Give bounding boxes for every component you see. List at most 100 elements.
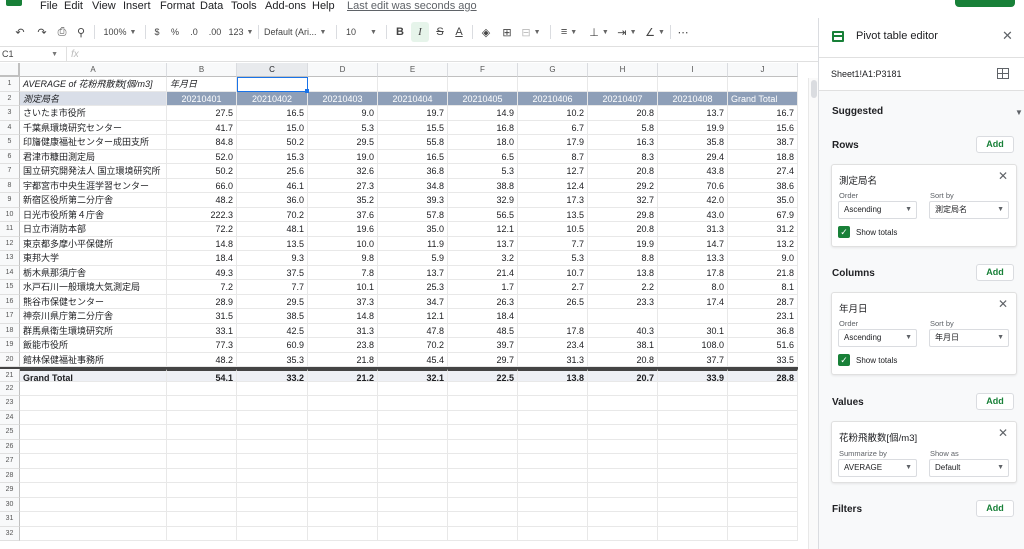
row-header[interactable]: 23 <box>0 396 20 411</box>
cell[interactable]: 28.9 <box>167 294 237 309</box>
cell[interactable]: 12.1 <box>448 222 518 237</box>
cell[interactable]: 31.3 <box>658 222 728 237</box>
cell[interactable]: 49.3 <box>167 265 237 280</box>
increase-decimal-button[interactable]: .00 <box>206 22 224 42</box>
cell[interactable]: 10.0 <box>308 236 378 251</box>
cell[interactable]: 16.3 <box>588 135 658 150</box>
column-header[interactable]: A <box>20 63 167 77</box>
cell[interactable]: 37.5 <box>237 265 308 280</box>
cell[interactable]: 日光市役所第４庁舎 <box>20 207 167 222</box>
cell[interactable] <box>448 381 518 396</box>
summarize-by-select[interactable]: AVERAGE ▼ <box>838 459 917 477</box>
cell[interactable] <box>588 425 658 440</box>
cell[interactable]: 33.5 <box>728 352 798 367</box>
cell[interactable] <box>728 483 798 498</box>
cell[interactable] <box>448 512 518 527</box>
cell[interactable]: 77.3 <box>167 338 237 353</box>
cell[interactable]: AVERAGE of 花粉飛散数[個/m3] <box>20 77 167 92</box>
last-edit-link[interactable]: Last edit was seconds ago <box>347 0 477 13</box>
cell[interactable]: 5.9 <box>378 251 448 266</box>
cell[interactable]: 5.3 <box>448 164 518 179</box>
cell[interactable] <box>237 468 308 483</box>
cell[interactable]: 12.1 <box>378 309 448 324</box>
cell[interactable] <box>518 512 588 527</box>
cell[interactable]: 16.7 <box>728 106 798 121</box>
cell[interactable]: 32.9 <box>448 193 518 208</box>
show-as-select[interactable]: Default ▼ <box>929 459 1009 477</box>
cell[interactable] <box>237 526 308 541</box>
cell[interactable]: 8.3 <box>588 149 658 164</box>
cell[interactable] <box>167 483 237 498</box>
cell[interactable]: 27.3 <box>308 178 378 193</box>
cell[interactable]: 9.0 <box>728 251 798 266</box>
cell[interactable]: 36.0 <box>237 193 308 208</box>
cell[interactable]: 48.2 <box>167 352 237 367</box>
cell[interactable]: 66.0 <box>167 178 237 193</box>
cell[interactable]: 38.5 <box>237 309 308 324</box>
cell[interactable]: 33.9 <box>658 369 728 382</box>
cell[interactable] <box>308 497 378 512</box>
cell[interactable] <box>167 381 237 396</box>
cell[interactable]: 60.9 <box>237 338 308 353</box>
cell[interactable]: 19.7 <box>378 106 448 121</box>
cell[interactable] <box>658 77 728 92</box>
text-color-button[interactable]: A <box>451 22 467 42</box>
cell[interactable]: 30.1 <box>658 323 728 338</box>
cell[interactable] <box>378 77 448 92</box>
cell[interactable] <box>167 468 237 483</box>
cell[interactable] <box>658 439 728 454</box>
cell[interactable] <box>658 396 728 411</box>
cell[interactable]: 水戸石川一般環境大気測定局 <box>20 280 167 295</box>
cell[interactable] <box>20 497 167 512</box>
row-header[interactable]: 12 <box>0 236 20 251</box>
cell[interactable] <box>20 468 167 483</box>
row-header[interactable]: 11 <box>0 222 20 237</box>
currency-format-button[interactable]: $ <box>150 22 164 42</box>
cell[interactable]: 35.8 <box>658 135 728 150</box>
cell[interactable]: 56.5 <box>448 207 518 222</box>
cell[interactable]: 18.0 <box>448 135 518 150</box>
cell[interactable]: 222.3 <box>167 207 237 222</box>
menu-addons[interactable]: Add-ons <box>265 0 306 13</box>
row-header[interactable]: 30 <box>0 497 20 512</box>
cell[interactable] <box>378 425 448 440</box>
cell[interactable] <box>588 526 658 541</box>
cell[interactable] <box>167 396 237 411</box>
cell[interactable]: 70.2 <box>378 338 448 353</box>
fill-color-icon[interactable]: ◈ <box>478 22 494 42</box>
menu-tools[interactable]: Tools <box>231 0 257 13</box>
row-header[interactable]: 15 <box>0 280 20 295</box>
cell[interactable] <box>588 454 658 469</box>
cell[interactable]: 10.7 <box>518 265 588 280</box>
cell[interactable]: 20.8 <box>588 106 658 121</box>
row-header[interactable]: 14 <box>0 265 20 280</box>
cell[interactable]: 51.6 <box>728 338 798 353</box>
cell[interactable]: 栃木県那須庁舎 <box>20 265 167 280</box>
redo-icon[interactable]: ↷ <box>34 22 50 42</box>
cell[interactable] <box>728 497 798 512</box>
cell[interactable] <box>588 396 658 411</box>
cell[interactable]: 印旛健康福祉センター成田支所 <box>20 135 167 150</box>
cell[interactable]: 70.2 <box>237 207 308 222</box>
horizontal-align-icon[interactable]: ≡ ▼ <box>556 22 582 42</box>
cell[interactable] <box>728 439 798 454</box>
bold-button[interactable]: B <box>392 22 408 42</box>
cell[interactable] <box>518 526 588 541</box>
merge-cells-icon[interactable]: ⊟ ▼ <box>518 22 544 42</box>
cell[interactable] <box>378 396 448 411</box>
cell[interactable]: 36.8 <box>378 164 448 179</box>
more-toolbar-button[interactable]: ⋯ <box>675 22 691 42</box>
vertical-scrollbar[interactable] <box>808 78 818 549</box>
cell[interactable]: 31.3 <box>518 352 588 367</box>
cell[interactable] <box>658 483 728 498</box>
cell[interactable] <box>378 439 448 454</box>
cell[interactable]: 42.5 <box>237 323 308 338</box>
cell[interactable]: 熊谷市保健センター <box>20 294 167 309</box>
cell[interactable]: 20210405 <box>448 91 518 106</box>
cell[interactable]: 19.9 <box>588 236 658 251</box>
cell[interactable] <box>518 309 588 324</box>
cell[interactable]: 42.0 <box>658 193 728 208</box>
row-header[interactable]: 6 <box>0 149 20 164</box>
grid-select-icon[interactable] <box>997 68 1009 79</box>
cell[interactable]: 19.0 <box>308 149 378 164</box>
